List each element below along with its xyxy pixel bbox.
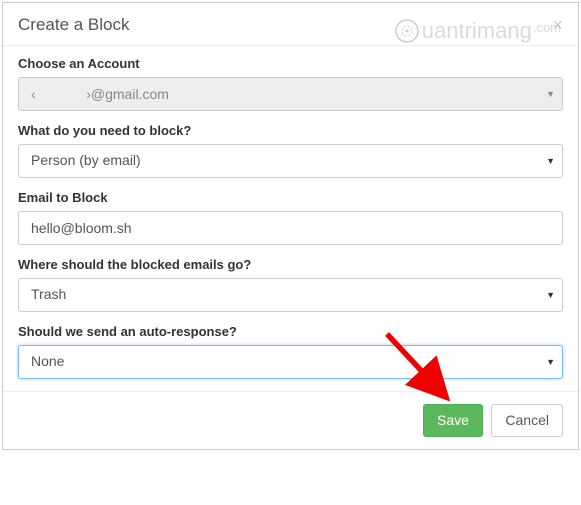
account-select-wrap xyxy=(18,77,563,111)
email-to-block-group: Email to Block xyxy=(18,190,563,245)
destination-select[interactable]: Trash xyxy=(18,278,563,312)
account-select[interactable] xyxy=(18,77,563,111)
email-to-block-input[interactable] xyxy=(18,211,563,245)
block-type-select[interactable]: Person (by email) xyxy=(18,144,563,178)
auto-response-select-wrap: None xyxy=(18,345,563,379)
close-icon[interactable]: × xyxy=(552,16,563,34)
block-type-group: What do you need to block? Person (by em… xyxy=(18,123,563,178)
destination-select-wrap: Trash xyxy=(18,278,563,312)
modal-header: Create a Block × xyxy=(3,3,578,46)
create-block-modal: Create a Block × Choose an Account What … xyxy=(2,2,579,450)
destination-label: Where should the blocked emails go? xyxy=(18,257,563,272)
auto-response-select[interactable]: None xyxy=(18,345,563,379)
auto-response-group: Should we send an auto-response? None xyxy=(18,324,563,379)
cancel-button[interactable]: Cancel xyxy=(491,404,563,437)
account-group: Choose an Account xyxy=(18,56,563,111)
modal-title: Create a Block xyxy=(18,15,130,35)
block-type-label: What do you need to block? xyxy=(18,123,563,138)
account-label: Choose an Account xyxy=(18,56,563,71)
auto-response-label: Should we send an auto-response? xyxy=(18,324,563,339)
modal-body: Choose an Account What do you need to bl… xyxy=(3,46,578,379)
modal-footer: Save Cancel xyxy=(3,391,578,449)
save-button[interactable]: Save xyxy=(423,404,483,437)
destination-group: Where should the blocked emails go? Tras… xyxy=(18,257,563,312)
block-type-select-wrap: Person (by email) xyxy=(18,144,563,178)
email-to-block-label: Email to Block xyxy=(18,190,563,205)
